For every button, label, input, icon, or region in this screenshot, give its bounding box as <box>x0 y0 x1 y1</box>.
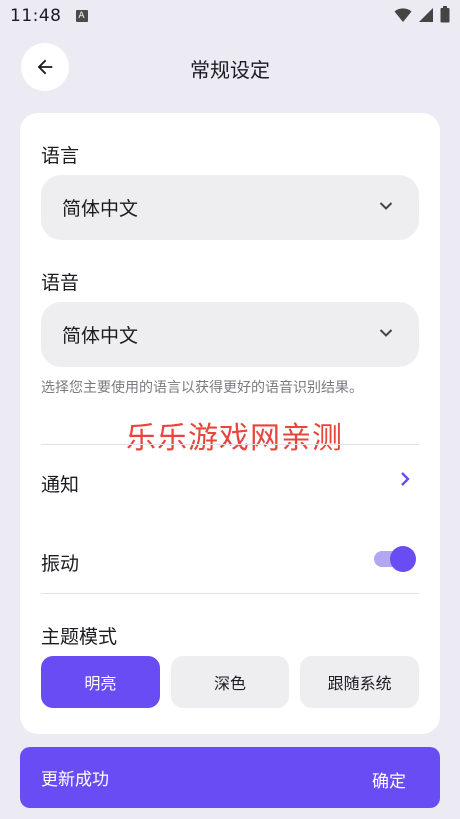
language-label: 语言 <box>41 145 80 167</box>
voice-value: 简体中文 <box>62 325 139 347</box>
vibration-label: 振动 <box>41 553 80 575</box>
language-value: 简体中文 <box>62 198 139 220</box>
theme-options: 明亮 深色 跟随系统 <box>41 656 420 708</box>
divider <box>41 593 419 594</box>
page-title: 常规设定 <box>190 58 270 82</box>
notifications-label[interactable]: 通知 <box>41 470 79 497</box>
status-bar: 11:48 A <box>0 0 460 32</box>
vibration-toggle[interactable] <box>374 546 416 572</box>
voice-helper-text: 选择您主要使用的语言以获得更好的语音识别结果。 <box>41 380 363 396</box>
chevron-down-icon <box>379 202 393 210</box>
status-time: 11:48 <box>10 6 62 26</box>
wifi-icon <box>394 7 412 22</box>
snackbar-confirm-button[interactable]: 确定 <box>372 767 406 792</box>
theme-label: 主题模式 <box>41 626 118 648</box>
snackbar: 更新成功 确定 <box>20 747 440 808</box>
signal-icon <box>419 7 433 22</box>
theme-system-button[interactable]: 跟随系统 <box>300 656 420 708</box>
chevron-right-icon[interactable] <box>400 471 410 487</box>
theme-light-button[interactable]: 明亮 <box>41 656 160 708</box>
settings-card: 语言 简体中文 语音 简体中文 选择您主要使用的语言以获得更好的语音识别结果。 … <box>20 113 440 734</box>
language-select[interactable]: 简体中文 <box>41 175 419 240</box>
chevron-down-icon <box>379 329 393 337</box>
status-icons <box>394 6 450 23</box>
voice-select[interactable]: 简体中文 <box>41 302 419 367</box>
theme-dark-button[interactable]: 深色 <box>170 656 290 708</box>
battery-icon <box>440 6 450 23</box>
divider <box>41 444 419 445</box>
accessibility-icon: A <box>75 10 88 22</box>
snackbar-message: 更新成功 <box>41 770 109 790</box>
toggle-knob <box>390 546 416 572</box>
watermark-text: 乐乐游戏网亲测 <box>126 421 343 456</box>
voice-label: 语音 <box>41 272 80 294</box>
